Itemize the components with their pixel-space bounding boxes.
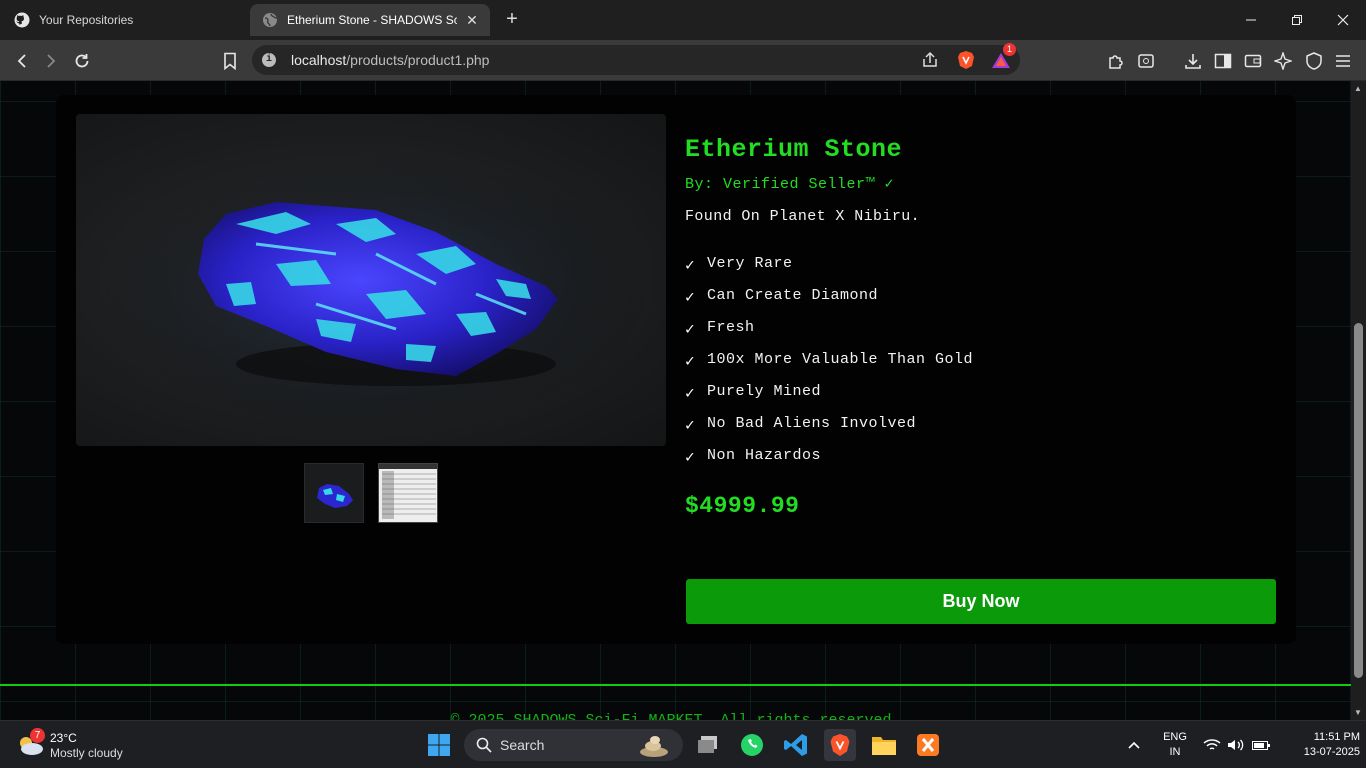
- browser-toolbar: i localhost/products/product1.php 1: [0, 40, 1366, 81]
- github-icon: [14, 12, 30, 28]
- leo-ai-icon[interactable]: [1133, 48, 1159, 74]
- vscode-icon[interactable]: [780, 729, 812, 761]
- taskbar: 7 23°C Mostly cloudy Search ENG IN 11:51…: [0, 720, 1366, 768]
- check-icon: ✓: [685, 417, 696, 435]
- windows-start-icon[interactable]: [423, 729, 455, 761]
- footer-copyright: © 2025 SHADOWS Sci-Fi MARKET. All rights…: [0, 712, 1351, 720]
- brave-browser-icon[interactable]: [824, 729, 856, 761]
- globe-icon: [262, 12, 278, 28]
- feature-item: ✓ 100x More Valuable Than Gold: [685, 351, 974, 371]
- feature-item: ✓ Very Rare: [685, 255, 793, 275]
- footer-divider: [0, 684, 1351, 686]
- back-icon[interactable]: [9, 48, 35, 74]
- page-viewport: Etherium Stone By: Verified Seller™ ✓ Fo…: [0, 81, 1351, 720]
- check-icon: ✓: [685, 321, 696, 339]
- search-highlight-icon: [634, 732, 670, 763]
- search-icon: [476, 737, 492, 758]
- language-indicator[interactable]: ENG IN: [1160, 730, 1190, 760]
- browser-tab-strip: Your Repositories Etherium Stone - SHADO…: [0, 0, 1366, 40]
- sidebar-icon[interactable]: [1210, 48, 1236, 74]
- search-label: Search: [500, 737, 545, 753]
- tab-etherium-stone[interactable]: Etherium Stone - SHADOWS Sci-Fi MARKET ✕: [250, 4, 490, 36]
- minimize-button[interactable]: [1228, 0, 1274, 40]
- region-code: IN: [1169, 746, 1181, 758]
- wifi-icon[interactable]: [1203, 729, 1221, 761]
- restore-button[interactable]: [1274, 0, 1320, 40]
- scroll-up-icon[interactable]: ▲: [1354, 84, 1362, 93]
- product-card: Etherium Stone By: Verified Seller™ ✓ Fo…: [56, 95, 1296, 644]
- url-text: localhost/products/product1.php: [291, 52, 490, 68]
- close-tab-icon[interactable]: ✕: [464, 12, 480, 28]
- vpn-icon[interactable]: [1301, 48, 1327, 74]
- weather-badge: 7: [30, 728, 45, 743]
- feature-item: ✓ Purely Mined: [685, 383, 822, 403]
- seller-label: By: Verified Seller™ ✓: [685, 176, 895, 193]
- feature-list: ✓ Very Rare ✓ Can Create Diamond ✓ Fresh ✓ 1…: [685, 255, 1277, 479]
- feature-item: ✓ No Bad Aliens Involved: [685, 415, 917, 435]
- share-icon[interactable]: [917, 47, 943, 73]
- address-bar[interactable]: i localhost/products/product1.php 1: [252, 43, 1020, 75]
- check-icon: ✓: [685, 449, 696, 467]
- product-thumbnail-stone[interactable]: [304, 463, 364, 523]
- xampp-icon[interactable]: [912, 729, 944, 761]
- download-icon[interactable]: [1180, 48, 1206, 74]
- whatsapp-icon[interactable]: [736, 729, 768, 761]
- tab-label: Your Repositories: [39, 13, 134, 27]
- tab-your-repositories[interactable]: Your Repositories: [0, 4, 248, 36]
- product-price: $4999.99: [685, 493, 800, 519]
- volume-icon[interactable]: [1227, 729, 1245, 761]
- wallet-icon[interactable]: [1240, 48, 1266, 74]
- file-explorer-icon[interactable]: [868, 729, 900, 761]
- brave-shields-icon[interactable]: [953, 47, 979, 73]
- reload-icon[interactable]: [69, 48, 95, 74]
- temperature: 23°C: [50, 731, 77, 745]
- product-info: Etherium Stone By: Verified Seller™ ✓ Fo…: [685, 135, 1277, 519]
- taskbar-search[interactable]: Search: [464, 729, 683, 761]
- weather-widget[interactable]: 7 23°C Mostly cloudy: [16, 728, 156, 764]
- forward-icon[interactable]: [38, 48, 64, 74]
- rewards-badge: 1: [1003, 43, 1016, 56]
- feature-item: ✓ Non Hazardos: [685, 447, 822, 467]
- close-window-button[interactable]: [1320, 0, 1366, 40]
- product-title: Etherium Stone: [685, 135, 903, 164]
- page-scrollbar[interactable]: ▲ ▼: [1351, 81, 1366, 720]
- clock-date: 13-07-2025: [1303, 746, 1360, 758]
- extensions-icon[interactable]: [1103, 48, 1129, 74]
- language-code: ENG: [1163, 731, 1187, 743]
- clock-time: 11:51 PM: [1313, 731, 1360, 743]
- show-hidden-icons[interactable]: [1127, 729, 1141, 761]
- check-icon: ✓: [685, 353, 696, 371]
- check-icon: ✓: [685, 385, 696, 403]
- weather-condition: Mostly cloudy: [50, 746, 123, 760]
- buy-now-button[interactable]: Buy Now: [686, 579, 1276, 624]
- check-icon: ✓: [685, 289, 696, 307]
- brave-rewards-icon[interactable]: 1: [988, 43, 1016, 73]
- feature-item: ✓ Can Create Diamond: [685, 287, 879, 307]
- bookmark-icon[interactable]: [217, 48, 243, 74]
- ai-sparkle-icon[interactable]: [1270, 48, 1296, 74]
- battery-icon[interactable]: [1251, 729, 1271, 761]
- product-main-image[interactable]: [76, 114, 666, 446]
- product-description: Found On Planet X Nibiru.: [685, 208, 921, 225]
- site-info-icon[interactable]: i: [262, 53, 276, 67]
- scrollbar-thumb[interactable]: [1354, 323, 1363, 678]
- product-thumbnail-document[interactable]: [378, 463, 438, 523]
- system-clock[interactable]: 11:51 PM 13-07-2025: [1300, 730, 1360, 760]
- scroll-down-icon[interactable]: ▼: [1354, 708, 1362, 717]
- menu-icon[interactable]: [1330, 48, 1356, 74]
- feature-item: ✓ Fresh: [685, 319, 755, 339]
- new-tab-button[interactable]: +: [500, 8, 524, 32]
- check-icon: ✓: [685, 257, 696, 275]
- task-view-icon[interactable]: [692, 729, 724, 761]
- tab-label: Etherium Stone - SHADOWS Sci-Fi MARKET: [287, 13, 457, 27]
